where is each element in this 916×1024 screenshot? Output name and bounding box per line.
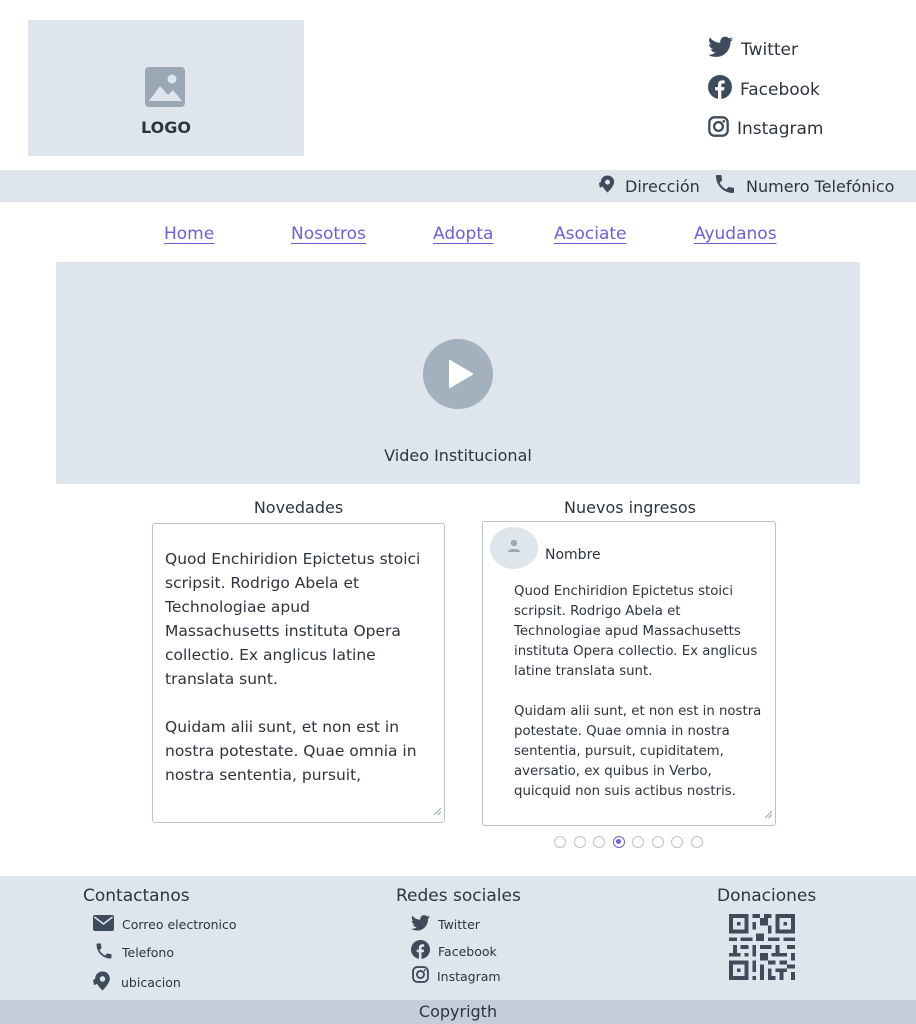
carousel-dot[interactable]	[573, 836, 586, 848]
footer-facebook-link[interactable]: Facebook	[411, 940, 497, 962]
phone-icon	[94, 941, 114, 964]
instagram-icon	[412, 966, 429, 986]
carousel-dot[interactable]	[671, 836, 683, 848]
twitter-icon	[708, 36, 733, 63]
twitter-label: Twitter	[741, 39, 798, 60]
resize-grip-icon[interactable]	[432, 801, 442, 820]
footer: Contactanos Correo electronico Telefono …	[0, 876, 916, 1000]
carousel-dot[interactable]	[632, 836, 644, 848]
carousel-dot[interactable]	[690, 836, 703, 848]
nav-adopta[interactable]: Adopta	[433, 224, 493, 244]
ingresos-text: Quod Enchiridion Epictetus stoici scrips…	[514, 584, 762, 799]
carousel-pagination	[554, 836, 703, 848]
copyright-bar: Copyrigth	[0, 1000, 916, 1024]
carousel-dot[interactable]	[554, 836, 566, 848]
carousel-dot[interactable]	[593, 836, 605, 848]
footer-location-link[interactable]: ubicacion	[92, 970, 181, 995]
profile-name: Nombre	[545, 547, 601, 563]
ingresos-card[interactable]: Nombre Quod Enchiridion Epictetus stoici…	[482, 521, 776, 826]
email-label: Correo electronico	[122, 917, 237, 932]
location-icon	[598, 174, 617, 198]
video-player[interactable]: Video Institucional	[56, 262, 860, 484]
donations-title: Donaciones	[717, 886, 817, 906]
footer-twitter-link[interactable]: Twitter	[411, 915, 480, 934]
nav-nosotros[interactable]: Nosotros	[291, 224, 366, 244]
phone-item[interactable]: Numero Telefónico	[712, 170, 894, 202]
header-twitter-link[interactable]: Twitter	[708, 36, 798, 63]
nav-home[interactable]: Home	[164, 224, 214, 244]
facebook-icon	[411, 940, 430, 962]
social-title: Redes sociales	[396, 886, 521, 906]
news-title: Novedades	[253, 498, 344, 517]
video-caption: Video Institucional	[384, 446, 532, 465]
news-textbox[interactable]: Quod Enchiridion Epictetus stoici scrips…	[152, 523, 445, 823]
play-icon	[449, 360, 473, 388]
resize-grip-icon[interactable]	[763, 804, 773, 823]
header-facebook-link[interactable]: Facebook	[708, 75, 820, 104]
contact-title: Contactanos	[83, 886, 190, 906]
address-label: Dirección	[625, 176, 700, 196]
footer-instagram-link[interactable]: Instagram	[412, 966, 501, 986]
news-text: Quod Enchiridion Epictetus stoici scrips…	[165, 550, 421, 784]
footer-phone-link[interactable]: Telefono	[94, 941, 174, 964]
ingresos-title: Nuevos ingresos	[564, 498, 696, 517]
contact-info-bar: Dirección Numero Telefónico	[0, 170, 916, 202]
instagram-icon	[708, 116, 729, 142]
logo-text: LOGO	[141, 118, 191, 137]
address-item[interactable]: Dirección	[598, 170, 700, 202]
phone-label: Numero Telefónico	[746, 176, 895, 196]
twitter-icon	[411, 915, 430, 934]
instagram-label: Instagram	[737, 119, 824, 139]
image-icon	[145, 67, 187, 111]
copyright-text: Copyrigth	[418, 1002, 498, 1021]
qr-code-icon[interactable]	[728, 914, 796, 984]
phone-icon	[712, 172, 738, 200]
facebook-icon	[708, 75, 732, 104]
location-icon	[92, 970, 113, 995]
facebook-label: Facebook	[438, 943, 497, 959]
nav-asociate[interactable]: Asociate	[554, 224, 627, 244]
twitter-label: Twitter	[438, 917, 480, 932]
nav-ayudanos[interactable]: Ayudanos	[694, 224, 777, 244]
user-icon	[508, 539, 520, 552]
footer-email-link[interactable]: Correo electronico	[93, 915, 237, 934]
logo-placeholder: LOGO	[28, 20, 304, 156]
play-button[interactable]	[423, 339, 493, 409]
mail-icon	[93, 915, 114, 934]
carousel-dot[interactable]	[612, 836, 625, 848]
avatar	[490, 527, 538, 569]
location-label: ubicacion	[121, 975, 181, 990]
instagram-label: Instagram	[437, 968, 501, 984]
phone-label: Telefono	[122, 945, 174, 960]
carousel-dot[interactable]	[651, 836, 664, 848]
header-instagram-link[interactable]: Instagram	[708, 116, 824, 142]
facebook-label: Facebook	[740, 79, 820, 100]
